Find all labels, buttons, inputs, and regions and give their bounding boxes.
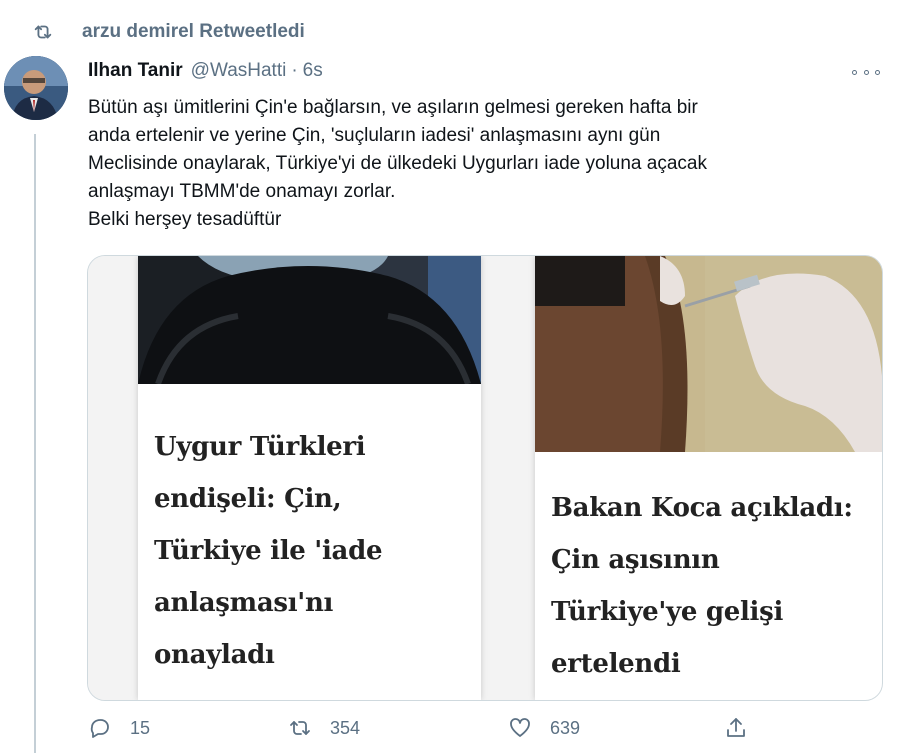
- tweet-actions: 15 354 639: [88, 716, 868, 750]
- retweet-count: 354: [330, 717, 361, 738]
- retweet-icon: [290, 721, 310, 735]
- more-dot: [852, 69, 857, 75]
- author-name[interactable]: Ilhan Tanir: [88, 60, 183, 82]
- heart-icon: [510, 718, 530, 737]
- avatar[interactable]: [4, 56, 68, 120]
- thread-line: [34, 134, 36, 753]
- reply-button[interactable]: 15: [88, 716, 150, 740]
- headline-line: Türkiye'ye gelişi: [551, 597, 784, 627]
- news-headline-left: Uygur Türkleri endişeli: Çin, Türkiye il…: [154, 421, 474, 681]
- tweet-text: Bütün aşı ümitlerini Çin'e bağlarsın, ve…: [88, 94, 868, 234]
- more-options-icon[interactable]: [852, 62, 880, 82]
- headline-line: onayladı: [154, 640, 275, 670]
- headline-line: ertelendi: [551, 649, 681, 679]
- retweet-icon: [34, 25, 52, 39]
- retweet-context: arzu demirel Retweetledi: [32, 20, 305, 44]
- more-dot: [875, 69, 880, 75]
- retweet-label[interactable]: arzu demirel Retweetledi: [82, 21, 305, 43]
- reply-count: 15: [130, 717, 151, 738]
- headline-line: Türkiye ile 'iade: [154, 536, 383, 566]
- headline-line: Uygur Türkleri: [154, 432, 366, 462]
- headline-line: Çin aşısının: [551, 545, 720, 575]
- tweet-header: Ilhan Tanir @WasHatti · 6s: [88, 60, 323, 82]
- tweet-text-line: Belki herşey tesadüftür: [88, 209, 282, 230]
- media-background: [481, 256, 535, 700]
- tweet-text-line: Meclisinde onaylarak, Türkiye'yi de ülke…: [88, 153, 707, 174]
- like-count: 639: [550, 717, 581, 738]
- tweet-text-line: anlaşmayı TBMM'de onamayı zorlar.: [88, 181, 396, 202]
- separator-dot: ·: [291, 60, 298, 81]
- masked-person-photo: [138, 256, 481, 384]
- news-screenshot-left[interactable]: Uygur Türkleri endişeli: Çin, Türkiye il…: [138, 256, 481, 700]
- tweet[interactable]: arzu demirel Retweetledi Ilhan Tanir @Wa…: [0, 0, 910, 753]
- retweet-button[interactable]: 354: [288, 716, 360, 740]
- tweet-text-line: anda ertelenir ve yerine Çin, 'suçluları…: [88, 125, 661, 146]
- reply-icon: [90, 719, 109, 738]
- vaccine-injection-photo: [535, 256, 882, 452]
- author-handle[interactable]: @WasHatti: [191, 60, 287, 82]
- more-dot: [863, 69, 869, 75]
- news-screenshot-right[interactable]: Bakan Koca açıkladı: Çin aşısının Türkiy…: [535, 256, 882, 700]
- like-button[interactable]: 639: [508, 716, 580, 740]
- tweet-text-line: Bütün aşı ümitlerini Çin'e bağlarsın, ve…: [88, 97, 698, 118]
- headline-line: endişeli: Çin,: [154, 484, 342, 514]
- avatar-image: [4, 56, 68, 120]
- share-icon: [727, 718, 745, 737]
- news-headline-right: Bakan Koca açıkladı: Çin aşısının Türkiy…: [551, 482, 881, 690]
- tweet-timestamp[interactable]: 6s: [303, 60, 323, 82]
- media-background: [88, 256, 138, 700]
- tweet-media[interactable]: Uygur Türkleri endişeli: Çin, Türkiye il…: [87, 255, 883, 701]
- share-button[interactable]: [724, 716, 748, 740]
- headline-line: anlaşması'nı: [154, 588, 334, 618]
- headline-line: Bakan Koca açıkladı:: [551, 493, 853, 523]
